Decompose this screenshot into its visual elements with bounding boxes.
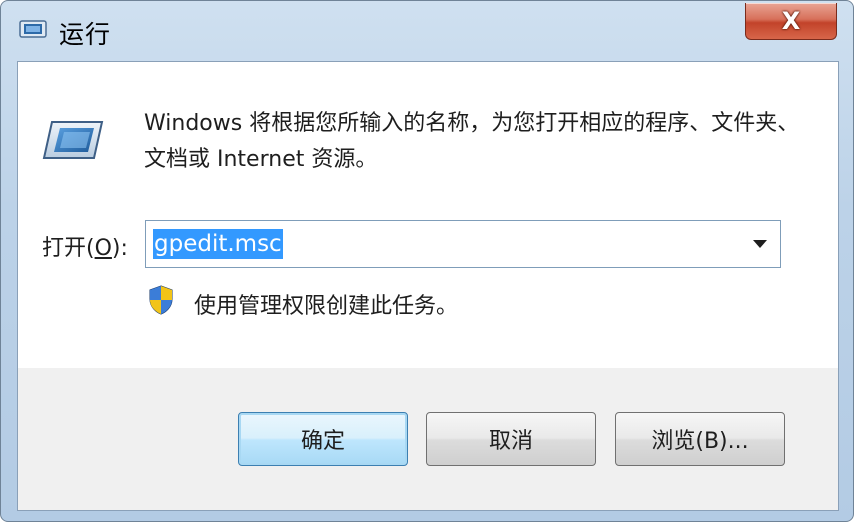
open-input-value[interactable]: gpedit.msc <box>153 229 283 259</box>
dialog-client-area: Windows 将根据您所输入的名称，为您打开相应的程序、文件夹、文档或 Int… <box>17 61 839 511</box>
open-combobox[interactable]: gpedit.msc <box>145 220 781 268</box>
dropdown-button[interactable] <box>746 229 774 259</box>
cancel-button[interactable]: 取消 <box>426 412 596 466</box>
ok-button[interactable]: 确定 <box>238 412 408 466</box>
uac-notice: 使用管理权限创建此任务。 <box>194 294 459 319</box>
open-label-accelerator: O <box>94 236 112 261</box>
run-icon <box>42 121 104 159</box>
open-label-prefix: 打开( <box>42 236 95 261</box>
close-button[interactable]: X <box>745 3 837 40</box>
open-label: 打开(O): <box>42 230 128 262</box>
run-icon <box>19 20 47 38</box>
browse-button[interactable]: 浏览(B)... <box>615 412 785 466</box>
title-bar[interactable]: 运行 X <box>1 1 853 61</box>
description-text: Windows 将根据您所输入的名称，为您打开相应的程序、文件夹、文档或 Int… <box>144 111 800 172</box>
window-title: 运行 <box>59 20 112 49</box>
chevron-down-icon <box>753 240 767 248</box>
run-dialog: 运行 X Windows 将根据您所输入的名称，为您打开相应的程序、文件夹、文档… <box>0 0 854 522</box>
close-icon: X <box>781 7 801 35</box>
uac-shield-icon <box>149 285 173 315</box>
open-label-suffix: ): <box>111 236 128 261</box>
